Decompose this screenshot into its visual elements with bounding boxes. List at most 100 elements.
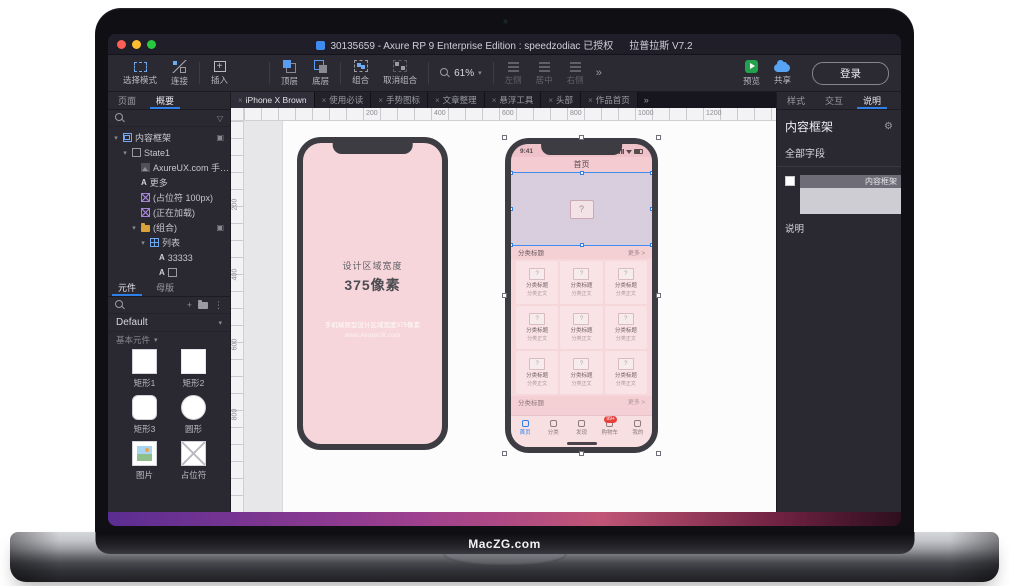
close-tab-icon[interactable]: × xyxy=(548,96,553,105)
selection-handle[interactable] xyxy=(650,207,652,211)
note-editor[interactable]: 内容框架 xyxy=(800,175,901,214)
page-tab[interactable]: × 头部 xyxy=(541,92,581,108)
group-tool[interactable]: 组合 xyxy=(345,55,376,91)
selection-handle[interactable] xyxy=(579,135,584,140)
category-card[interactable]: 分类标题分类正文 xyxy=(605,261,647,304)
canvas[interactable]: 200 400 600 800 1000 1200 200 400 600 xyxy=(231,108,776,512)
page-tab-iphone-x-brown[interactable]: × iPhone X Brown xyxy=(231,92,315,108)
more-options-icon[interactable]: ⋮ xyxy=(214,300,223,311)
caret-down-icon[interactable]: ▾ xyxy=(130,224,138,232)
tree-item-content-frame[interactable]: ▾ 内容框架 ▣ xyxy=(108,130,230,145)
select-mode-tool[interactable]: 选择模式 xyxy=(116,55,164,91)
caret-down-icon[interactable]: ▾ xyxy=(121,149,129,157)
tab-pages[interactable]: 页面 xyxy=(108,92,146,109)
close-tab-icon[interactable]: × xyxy=(322,96,327,105)
selection-handle[interactable] xyxy=(579,451,584,456)
preview-button[interactable]: 预览 xyxy=(736,55,767,91)
tab-discover[interactable]: 发现 xyxy=(567,420,595,436)
selection-handle[interactable] xyxy=(511,243,513,247)
toolbar-overflow-button[interactable]: » xyxy=(591,67,607,79)
insert-tool[interactable]: 插入 xyxy=(204,55,235,91)
zoom-control[interactable]: 61% ▾ xyxy=(433,55,489,91)
close-tab-icon[interactable]: × xyxy=(238,96,243,105)
category-card[interactable]: 分类标题分类正文 xyxy=(516,261,558,304)
align-left-tool[interactable]: 左侧 xyxy=(498,55,529,91)
phone-mockup-guide[interactable]: 设计区域宽度 375像素 手机端原型设计区域宽度375像素 www.AxureU… xyxy=(297,137,448,450)
note-editor-body[interactable] xyxy=(800,188,901,214)
selection-handle[interactable] xyxy=(511,207,513,211)
close-tab-icon[interactable]: × xyxy=(435,96,440,105)
tree-item-more[interactable]: 更多 xyxy=(108,175,230,190)
widget-rectangle3[interactable]: 矩形3 xyxy=(120,395,169,441)
selection-handle[interactable] xyxy=(502,135,507,140)
widget-placeholder[interactable]: 占位符 xyxy=(169,441,218,487)
more-link[interactable]: 更多 > xyxy=(628,248,645,257)
filter-icon[interactable]: ▽ xyxy=(217,114,223,123)
page-tab[interactable]: × 悬浮工具 xyxy=(485,92,542,108)
selected-content-frame[interactable] xyxy=(511,173,652,245)
tree-item-image[interactable]: AxureUX.com 手机移动 xyxy=(108,160,230,175)
category-card[interactable]: 分类标题分类正文 xyxy=(560,261,602,304)
align-right-tool[interactable]: 右侧 xyxy=(560,55,591,91)
close-tab-icon[interactable]: × xyxy=(588,96,593,105)
caret-down-icon[interactable]: ▾ xyxy=(112,134,120,142)
library-search[interactable]: + ⋮ xyxy=(108,297,230,314)
selection-handle[interactable] xyxy=(580,171,584,175)
category-card[interactable]: 分类标题分类正文 xyxy=(516,306,558,349)
category-card[interactable]: 分类标题分类正文 xyxy=(605,306,647,349)
tab-notes[interactable]: 说明 xyxy=(853,92,891,109)
tree-item-list[interactable]: ▾ 列表 xyxy=(108,235,230,250)
folder-icon[interactable] xyxy=(198,302,208,309)
pen-tool[interactable] xyxy=(235,55,265,91)
widget-rectangle1[interactable]: 矩形1 xyxy=(120,349,169,395)
tab-profile[interactable]: 我的 xyxy=(624,420,652,436)
all-fields-label[interactable]: 全部字段 xyxy=(777,141,901,167)
add-library-icon[interactable]: + xyxy=(187,300,192,310)
selection-handle[interactable] xyxy=(656,135,661,140)
outline-search[interactable]: ▽ xyxy=(108,110,230,127)
category-card[interactable]: 分类标题分类正文 xyxy=(560,306,602,349)
page-tab[interactable]: × 手势图标 xyxy=(371,92,428,108)
close-window-button[interactable] xyxy=(117,40,126,49)
category-card[interactable]: 分类标题分类正文 xyxy=(605,351,647,394)
tab-style[interactable]: 样式 xyxy=(777,92,815,109)
close-tab-icon[interactable]: × xyxy=(378,96,383,105)
tab-masters[interactable]: 母版 xyxy=(146,279,184,296)
caret-down-icon[interactable]: ▾ xyxy=(139,239,147,247)
tab-category[interactable]: 分类 xyxy=(539,420,567,436)
section-header[interactable]: 分类标题 更多 > xyxy=(511,245,652,259)
tree-item-text-33333[interactable]: 33333 xyxy=(108,250,230,265)
tree-item-loading[interactable]: (正在加载) xyxy=(108,205,230,220)
connect-tool[interactable]: 连接 xyxy=(164,55,195,91)
page-tab[interactable]: × 文章整理 xyxy=(428,92,485,108)
selection-handle[interactable] xyxy=(650,243,652,247)
design-page[interactable]: 设计区域宽度 375像素 手机端原型设计区域宽度375像素 www.AxureU… xyxy=(282,121,776,512)
selection-handle[interactable] xyxy=(511,171,513,175)
ungroup-tool[interactable]: 取消组合 xyxy=(376,55,424,91)
selection-handle[interactable] xyxy=(650,171,652,175)
library-dropdown[interactable]: Default ▾ xyxy=(108,314,230,332)
widget-ellipse[interactable]: 圆形 xyxy=(169,395,218,441)
tab-outline[interactable]: 概要 xyxy=(146,92,184,109)
tab-widgets[interactable]: 元件 xyxy=(108,279,146,296)
send-to-back-tool[interactable]: 底层 xyxy=(305,55,336,91)
selection-handle[interactable] xyxy=(580,243,584,247)
tree-item-text[interactable] xyxy=(108,265,230,279)
zoom-window-button[interactable] xyxy=(147,40,156,49)
tab-overflow-button[interactable]: » xyxy=(638,92,655,108)
tree-item-placeholder[interactable]: (占位符 100px) xyxy=(108,190,230,205)
login-button[interactable]: 登录 xyxy=(812,62,889,85)
category-card[interactable]: 分类标题分类正文 xyxy=(516,351,558,394)
selection-handle[interactable] xyxy=(656,451,661,456)
tab-interaction[interactable]: 交互 xyxy=(815,92,853,109)
tab-home[interactable]: 首页 xyxy=(511,420,539,436)
align-center-tool[interactable]: 居中 xyxy=(529,55,560,91)
selection-handle[interactable] xyxy=(656,293,661,298)
share-button[interactable]: 共享 xyxy=(767,55,798,91)
widget-image[interactable]: 图片 xyxy=(120,441,169,487)
phone-mockup-wireframe[interactable]: 9:41 首页 xyxy=(505,138,658,453)
gear-icon[interactable]: ⚙ xyxy=(884,121,893,132)
library-section-header[interactable]: 基本元件 ▾ xyxy=(108,332,230,347)
tree-item-state1[interactable]: ▾ State1 xyxy=(108,145,230,160)
selection-handle[interactable] xyxy=(502,451,507,456)
